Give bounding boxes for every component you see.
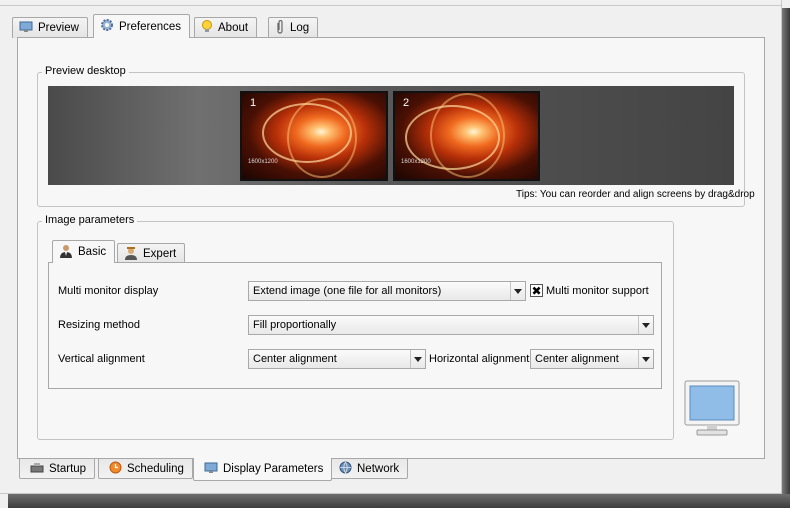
tab-label: Preferences [119,20,182,33]
globe-icon [339,461,352,477]
screen-preview-1[interactable]: 1 1600x1200 [240,91,388,181]
chevron-down-icon [638,316,653,334]
select-value: Center alignment [253,353,337,365]
tab-network[interactable]: Network [328,459,409,479]
wallpaper-swirl [430,93,505,178]
monitor-icon [19,21,33,36]
tab-label: Preview [38,22,79,34]
monitor-icon [683,379,741,437]
tab-label: Expert [143,248,177,260]
lightbulb-icon [201,19,213,37]
multi-monitor-display-label: Multi monitor display [58,285,159,297]
tab-label: Scheduling [127,462,184,475]
group-title: Image parameters [42,214,138,226]
multi-monitor-display-select[interactable]: Extend image (one file for all monitors) [248,281,526,301]
window-shadow [782,8,790,508]
tab-label: Log [290,22,310,34]
resizing-method-select[interactable]: Fill proportionally [248,315,654,335]
tips-text: Tips: You can reorder and align screens … [516,189,755,200]
select-value: Fill proportionally [253,319,337,331]
tab-label: Display Parameters [223,463,324,475]
tab-startup[interactable]: Startup [19,459,96,479]
screen-resolution: 1600x1200 [248,159,278,165]
user-icon [59,244,73,261]
horizontal-alignment-select[interactable]: Center alignment [530,349,654,369]
screen-number: 1 [250,97,257,109]
select-value: Extend image (one file for all monitors) [253,285,442,297]
resizing-method-label: Resizing method [58,319,140,331]
wallpaper-swirl [287,98,357,178]
tab-scheduling[interactable]: Scheduling [98,459,193,479]
tab-preferences[interactable]: Preferences [93,14,191,38]
screen-number: 2 [403,97,410,109]
tab-label: Basic [78,246,107,258]
chevron-down-icon [410,350,425,368]
vertical-alignment-label: Vertical alignment [58,353,145,365]
screen-preview-2[interactable]: 2 1600x1200 [393,91,540,181]
tab-label: Network [357,462,400,475]
screen-resolution: 1600x1200 [401,159,431,165]
tab-label: About [218,22,249,34]
horizontal-alignment-label: Horizontal alignment [429,353,530,365]
tab-expert[interactable]: Expert [117,243,186,264]
multi-monitor-support-checkbox[interactable]: ✖ [530,284,543,297]
tab-about[interactable]: About [194,17,258,38]
expert-user-icon [124,246,138,263]
monitor-icon [204,462,218,477]
tab-preview[interactable]: Preview [12,17,88,38]
multi-monitor-support-label: Multi monitor support [546,285,649,297]
window-shadow [8,494,790,508]
tab-log[interactable]: Log [268,17,319,38]
paperclip-icon [275,19,285,37]
divider [0,5,781,6]
group-title: Preview desktop [42,65,129,77]
tab-label: Startup [49,462,87,475]
gear-icon [100,18,114,35]
chevron-down-icon [638,350,653,368]
select-value: Center alignment [535,353,619,365]
startup-icon [30,461,44,476]
tab-display-parameters[interactable]: Display Parameters [193,458,333,481]
desktop-preview-area [48,86,734,185]
clock-icon [109,461,122,477]
tab-basic[interactable]: Basic [52,240,116,263]
vertical-alignment-select[interactable]: Center alignment [248,349,426,369]
chevron-down-icon [510,282,525,300]
